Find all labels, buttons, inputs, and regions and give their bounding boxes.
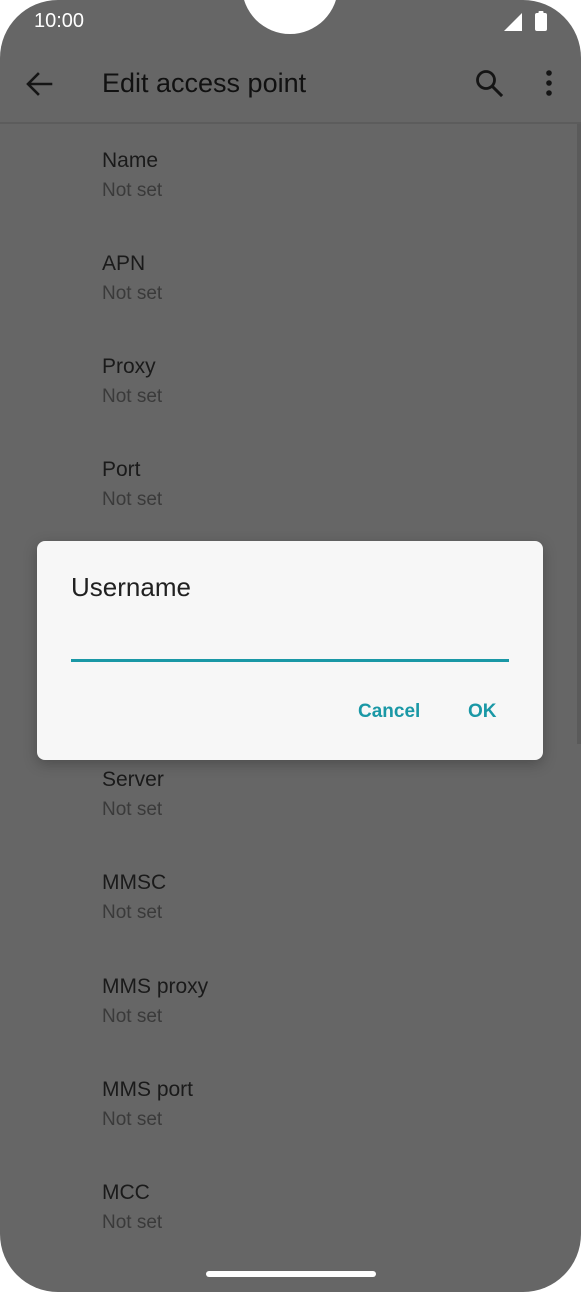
battery-full-icon: [535, 11, 547, 31]
ok-button[interactable]: OK: [468, 701, 497, 723]
preference-item-mms-port[interactable]: MMS port Not set: [0, 1053, 581, 1156]
arrow-back-icon[interactable]: [24, 69, 54, 99]
preference-title: MMS proxy: [102, 975, 209, 998]
username-dialog: Username Cancel OK: [37, 541, 543, 760]
preference-item-mms-proxy[interactable]: MMS proxy Not set: [0, 950, 581, 1053]
preference-title: Port: [102, 458, 141, 481]
preference-item-proxy[interactable]: Proxy Not set: [0, 330, 581, 433]
preference-summary: Not set: [102, 1212, 163, 1233]
preference-title: Name: [102, 149, 159, 172]
preference-title: MCC: [102, 1181, 150, 1204]
preference-title: Server: [102, 768, 164, 791]
app-bar: Edit access point: [0, 44, 581, 124]
username-input[interactable]: [71, 627, 509, 662]
search-icon[interactable]: [474, 68, 504, 98]
cancel-button[interactable]: Cancel: [358, 701, 420, 723]
dialog-title: Username: [71, 572, 191, 602]
preference-item-port[interactable]: Port Not set: [0, 433, 581, 536]
status-time: 10:00: [34, 10, 85, 32]
preference-summary: Not set: [102, 180, 163, 201]
preference-summary: Not set: [102, 799, 163, 820]
preference-summary: Not set: [102, 1006, 163, 1027]
preference-summary: Not set: [102, 1109, 163, 1130]
preference-title: MMS port: [102, 1078, 194, 1101]
preference-summary: Not set: [102, 489, 163, 510]
home-indicator[interactable]: [206, 1271, 376, 1277]
preference-title: APN: [102, 252, 146, 275]
preference-item-apn[interactable]: APN Not set: [0, 227, 581, 330]
status-bar: 10:00: [0, 0, 581, 44]
preference-item-mcc[interactable]: MCC Not set: [0, 1156, 581, 1259]
preference-item-name[interactable]: Name Not set: [0, 124, 581, 227]
preference-summary: Not set: [102, 902, 163, 923]
preference-title: MMSC: [102, 871, 167, 894]
preference-summary: Not set: [102, 386, 163, 407]
more-vert-icon[interactable]: [538, 68, 560, 98]
preference-summary: Not set: [102, 283, 163, 304]
scrollbar[interactable]: [577, 124, 581, 744]
preference-item-mmsc[interactable]: MMSC Not set: [0, 846, 581, 949]
camera-notch: [242, 0, 338, 34]
phone-screen: 10:00 Edit access point Name Not set APN…: [0, 0, 581, 1292]
cellular-signal-icon: [504, 13, 522, 31]
preference-title: Proxy: [102, 355, 156, 378]
page-title: Edit access point: [102, 68, 307, 98]
